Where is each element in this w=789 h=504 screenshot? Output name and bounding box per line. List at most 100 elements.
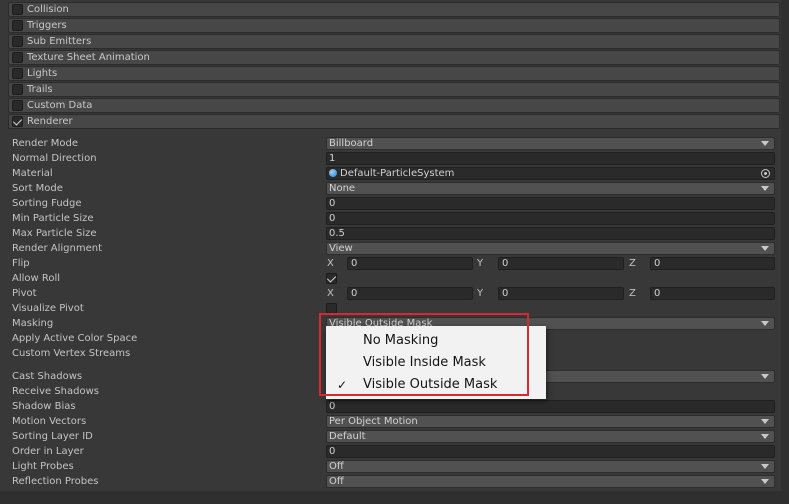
min-particle-size-label: Min Particle Size (12, 213, 94, 224)
pivot-y-input[interactable]: 0 (498, 287, 624, 300)
flip-x-value: 0 (351, 258, 358, 269)
order-in-layer-value: 0 (329, 446, 336, 457)
material-label: Material (12, 168, 53, 179)
masking-option-label: Visible Inside Mask (363, 355, 486, 370)
prop-reflection-probes: Reflection Probes Off (0, 474, 789, 489)
module-list: Collision Triggers Sub Emitters Texture … (8, 2, 780, 130)
module-collision[interactable]: Collision (8, 2, 780, 17)
motion-vectors-value: Per Object Motion (329, 416, 418, 427)
module-lights-checkbox[interactable] (12, 68, 23, 79)
sorting-fudge-input[interactable]: 0 (326, 197, 775, 210)
module-trails[interactable]: Trails (8, 82, 780, 97)
chevron-down-icon (761, 246, 769, 251)
max-particle-size-input[interactable]: 0.5 (326, 227, 775, 240)
module-sub-emitters[interactable]: Sub Emitters (8, 34, 780, 49)
min-particle-size-input[interactable]: 0 (326, 212, 775, 225)
motion-vectors-dropdown[interactable]: Per Object Motion (326, 415, 775, 428)
apply-active-color-space-label: Apply Active Color Space (12, 333, 138, 344)
light-probes-dropdown[interactable]: Off (326, 460, 775, 473)
render-alignment-label: Render Alignment (12, 243, 103, 254)
chevron-down-icon (761, 434, 769, 439)
pivot-z-input[interactable]: 0 (650, 287, 775, 300)
module-renderer[interactable]: Renderer (8, 114, 780, 129)
flip-x-label: X (327, 258, 334, 269)
module-triggers[interactable]: Triggers (8, 18, 780, 33)
normal-direction-value: 1 (329, 153, 336, 164)
module-triggers-checkbox[interactable] (12, 20, 23, 31)
prop-max-particle-size: Max Particle Size 0.5 (0, 226, 789, 241)
pivot-x-input[interactable]: 0 (347, 287, 473, 300)
sort-mode-label: Sort Mode (12, 183, 63, 194)
prop-shadow-bias: Shadow Bias 0 (0, 399, 789, 414)
prop-flip: Flip X 0 Y 0 Z 0 (0, 256, 789, 271)
motion-vectors-label: Motion Vectors (12, 416, 87, 427)
object-picker-icon[interactable] (761, 169, 770, 178)
masking-option-label: No Masking (363, 333, 439, 348)
module-custom-data[interactable]: Custom Data (8, 98, 780, 113)
prop-sort-mode: Sort Mode None (0, 181, 789, 196)
custom-vertex-streams-label: Custom Vertex Streams (12, 348, 131, 359)
render-alignment-dropdown[interactable]: View (326, 242, 775, 255)
sort-mode-value: None (329, 183, 356, 194)
checkmark-icon: ✓ (337, 378, 348, 392)
masking-option-visible-outside-mask[interactable]: ✓ Visible Outside Mask (326, 374, 546, 396)
pivot-label: Pivot (12, 288, 37, 299)
allow-roll-checkbox[interactable] (326, 273, 337, 284)
shadow-bias-input[interactable]: 0 (326, 400, 775, 413)
module-sub-emitters-label: Sub Emitters (27, 36, 92, 47)
pivot-y-label: Y (477, 288, 484, 299)
flip-z-label: Z (629, 258, 636, 269)
module-sub-emitters-checkbox[interactable] (12, 36, 23, 47)
material-asset-icon (329, 169, 337, 177)
reflection-probes-label: Reflection Probes (12, 476, 99, 487)
flip-x-input[interactable]: 0 (347, 257, 473, 270)
masking-option-visible-inside-mask[interactable]: Visible Inside Mask (326, 352, 546, 374)
sorting-fudge-label: Sorting Fudge (12, 198, 82, 209)
sorting-layer-id-dropdown[interactable]: Default (326, 430, 775, 443)
module-trails-checkbox[interactable] (12, 84, 23, 95)
prop-light-probes: Light Probes Off (0, 459, 789, 474)
order-in-layer-label: Order in Layer (12, 446, 84, 457)
material-object-field[interactable]: Default-ParticleSystem (326, 167, 775, 180)
module-custom-data-checkbox[interactable] (12, 100, 23, 111)
flip-y-input[interactable]: 0 (498, 257, 624, 270)
prop-render-alignment: Render Alignment View (0, 241, 789, 256)
order-in-layer-input[interactable]: 0 (326, 445, 775, 458)
cast-shadows-label: Cast Shadows (12, 371, 83, 382)
max-particle-size-value: 0.5 (329, 228, 345, 239)
module-collision-checkbox[interactable] (12, 4, 23, 15)
allow-roll-label: Allow Roll (12, 273, 61, 284)
masking-option-no-masking[interactable]: No Masking (326, 330, 546, 352)
module-texture-sheet-animation-checkbox[interactable] (12, 52, 23, 63)
reflection-probes-dropdown[interactable]: Off (326, 475, 775, 488)
module-collision-label: Collision (27, 4, 69, 15)
pivot-y-value: 0 (502, 288, 509, 299)
flip-label: Flip (12, 258, 30, 269)
render-mode-label: Render Mode (12, 138, 79, 149)
chevron-down-icon (761, 374, 769, 379)
sorting-fudge-value: 0 (329, 198, 336, 209)
chevron-down-icon (761, 186, 769, 191)
normal-direction-input[interactable]: 1 (326, 152, 775, 165)
min-particle-size-value: 0 (329, 213, 336, 224)
pivot-z-value: 0 (654, 288, 661, 299)
flip-y-value: 0 (502, 258, 509, 269)
module-lights-label: Lights (27, 68, 58, 79)
module-lights[interactable]: Lights (8, 66, 780, 81)
receive-shadows-label: Receive Shadows (12, 386, 99, 397)
chevron-down-icon (761, 464, 769, 469)
masking-option-label: Visible Outside Mask (363, 377, 498, 392)
prop-sorting-layer-id: Sorting Layer ID Default (0, 429, 789, 444)
sort-mode-dropdown[interactable]: None (326, 182, 775, 195)
module-texture-sheet-animation[interactable]: Texture Sheet Animation (8, 50, 780, 65)
shadow-bias-value: 0 (329, 401, 336, 412)
flip-z-input[interactable]: 0 (650, 257, 775, 270)
visualize-pivot-checkbox[interactable] (326, 303, 337, 314)
prop-visualize-pivot: Visualize Pivot (0, 301, 789, 316)
module-renderer-checkbox[interactable] (12, 116, 23, 127)
render-mode-dropdown[interactable]: Billboard (326, 137, 775, 150)
prop-material: Material Default-ParticleSystem (0, 166, 789, 181)
prop-motion-vectors: Motion Vectors Per Object Motion (0, 414, 789, 429)
render-alignment-value: View (329, 243, 353, 254)
chevron-down-icon (761, 419, 769, 424)
